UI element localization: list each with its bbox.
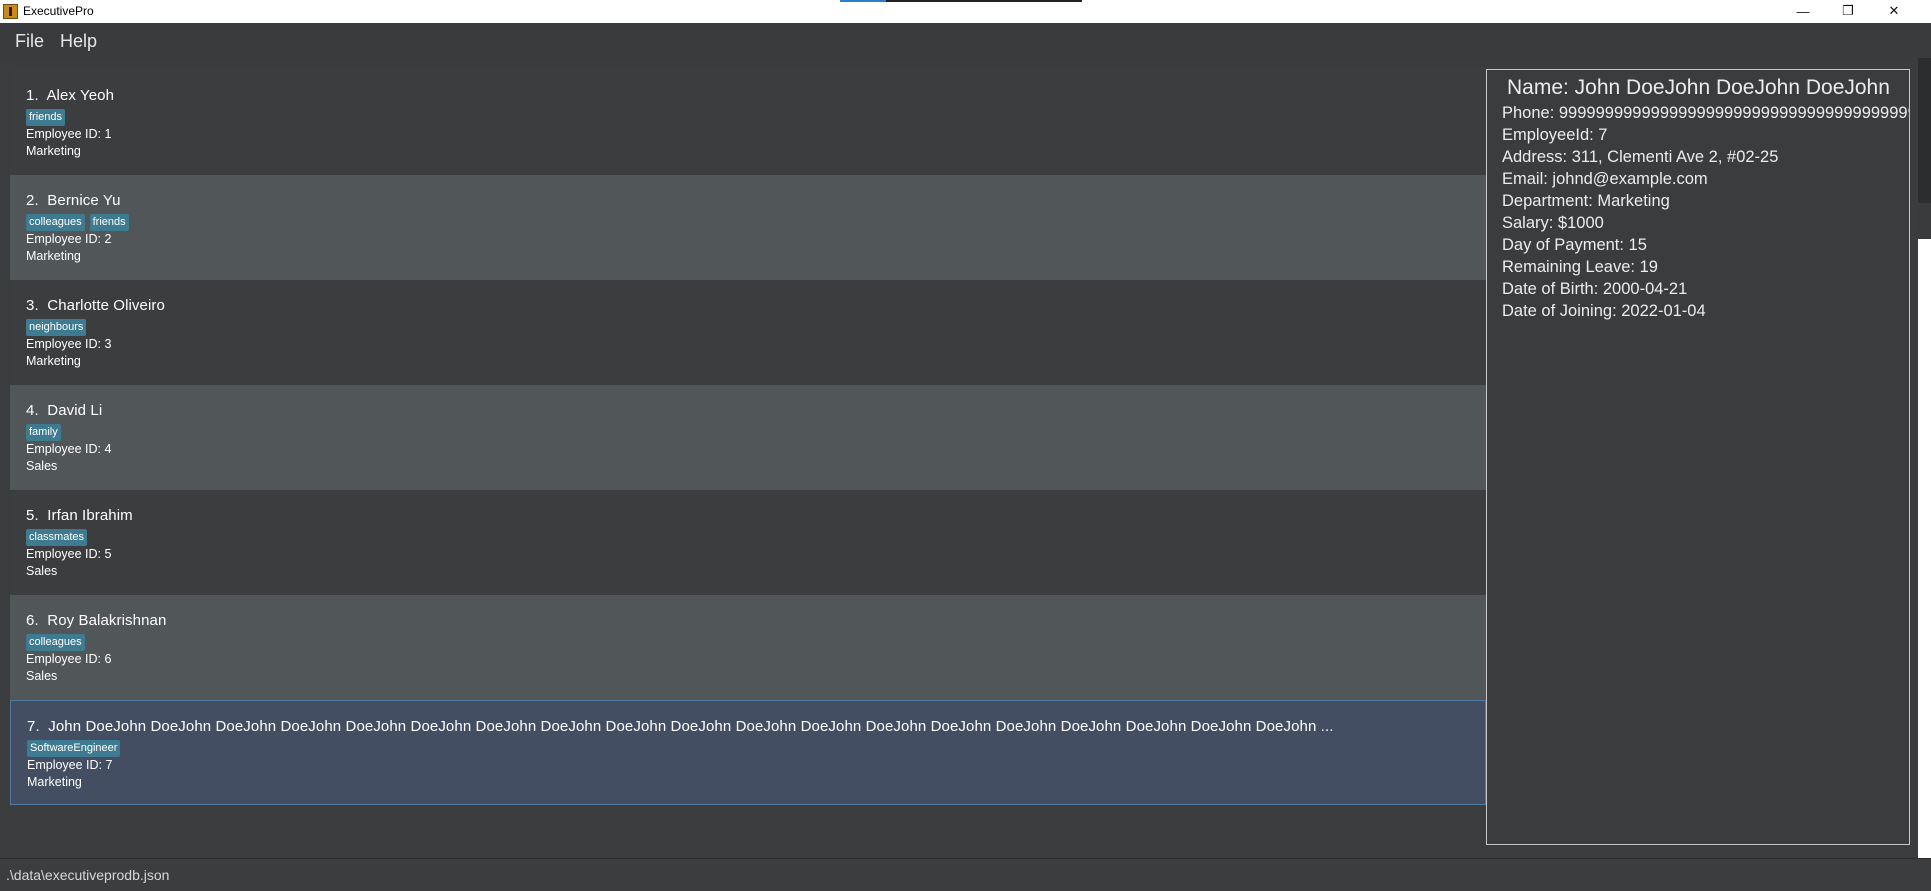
tag-list: friends (26, 109, 66, 126)
employee-department: Sales (26, 459, 58, 473)
employee-name: 7. John DoeJohn DoeJohn DoeJohn DoeJohn … (27, 718, 1482, 735)
employee-name-text: Bernice Yu (47, 192, 121, 209)
employee-department: Marketing (26, 354, 81, 368)
data-file-path: .\data\executiveprodb.json (6, 867, 170, 883)
employee-name-text: David Li (47, 402, 103, 419)
title-bar: ExecutivePro — ❐ ✕ (0, 0, 1931, 23)
employee-id: Employee ID: 3 (26, 337, 112, 351)
tag-list: SoftwareEngineer (27, 740, 121, 757)
employee-card[interactable]: 6. Roy Balakrishnan colleagues Employee ID… (10, 595, 1486, 700)
employee-index: 3. (26, 297, 39, 314)
employee-name: 5. Irfan Ibrahim (26, 507, 1481, 524)
tag-badge: classmates (26, 529, 88, 546)
employee-card[interactable]: 7. John DoeJohn DoeJohn DoeJohn DoeJohn … (10, 700, 1486, 805)
employee-name: 4. David Li (26, 402, 1481, 419)
detail-employee-id: EmployeeId: 7 (1502, 126, 1608, 144)
employee-index: 4. (26, 402, 39, 419)
employee-department: Sales (26, 669, 58, 683)
status-bar: .\data\executiveprodb.json (0, 858, 1931, 891)
employee-index: 6. (26, 612, 39, 629)
tag-list: colleagues (26, 634, 85, 651)
employee-id: Employee ID: 6 (26, 652, 112, 666)
detail-phone: Phone: 999999999999999999999999999999999… (1502, 104, 1910, 122)
tag-badge: colleagues (26, 634, 85, 651)
minimize-icon[interactable]: — (1781, 0, 1825, 22)
detail-email: Email: johnd@example.com (1502, 170, 1708, 188)
employee-name: 3. Charlotte Oliveiro (26, 297, 1481, 314)
employee-card[interactable]: 5. Irfan Ibrahim classmates Employee ID: 5… (10, 490, 1486, 595)
employee-department: Marketing (26, 249, 81, 263)
employee-name: 2. Bernice Yu (26, 192, 1481, 209)
tag-badge: friends (89, 214, 129, 231)
employee-index: 1. (26, 87, 39, 104)
employee-name-text: Alex Yeoh (46, 87, 115, 104)
employee-id: Employee ID: 1 (26, 127, 112, 141)
employee-department: Sales (26, 564, 58, 578)
employee-id: Employee ID: 5 (26, 547, 112, 561)
employee-index: 2. (26, 192, 39, 209)
employee-name-text: Roy Balakrishnan (47, 612, 167, 629)
tag-badge: friends (26, 109, 66, 126)
tag-badge: family (26, 424, 61, 441)
detail-date-of-birth: Date of Birth: 2000-04-21 (1502, 280, 1688, 298)
menu-file[interactable]: File (15, 31, 44, 51)
detail-remaining-leave: Remaining Leave: 19 (1502, 258, 1658, 276)
tag-badge: neighbours (26, 319, 87, 336)
tab-strip (840, 0, 1082, 2)
menu-help[interactable]: Help (60, 31, 97, 51)
detail-name: Name: John DoeJohn DoeJohn DoeJohn (1507, 76, 1890, 99)
tag-list: colleagues friends (26, 214, 129, 231)
employee-card[interactable]: 2. Bernice Yu colleagues friends Employee I… (10, 175, 1486, 280)
main-area: 1. Alex Yeoh friends Employee ID: 1 Marketi… (0, 58, 1931, 858)
restore-icon[interactable]: ❐ (1826, 0, 1870, 22)
employee-name-text: Charlotte Oliveiro (47, 297, 165, 314)
employee-name: 6. Roy Balakrishnan (26, 612, 1481, 629)
employee-index: 5. (26, 507, 39, 524)
scrollbar-edge[interactable] (1918, 58, 1931, 858)
employee-department: Marketing (26, 144, 81, 158)
employee-id: Employee ID: 7 (27, 758, 113, 772)
employee-card[interactable]: 3. Charlotte Oliveiro neighbours Employee … (10, 280, 1486, 385)
detail-address: Address: 311, Clementi Ave 2, #02-25 (1502, 148, 1779, 166)
tag-badge: SoftwareEngineer (27, 740, 121, 757)
employee-name-text: John DoeJohn DoeJohn DoeJohn DoeJohn Doe… (48, 718, 1334, 735)
employee-detail-panel: Name: John DoeJohn DoeJohn DoeJohn Phone… (1486, 69, 1910, 845)
employee-card[interactable]: 1. Alex Yeoh friends Employee ID: 1 Marketi… (10, 70, 1486, 175)
employee-list[interactable]: 1. Alex Yeoh friends Employee ID: 1 Marketi… (10, 70, 1486, 806)
detail-date-of-joining: Date of Joining: 2022-01-04 (1502, 302, 1706, 320)
employee-index: 7. (27, 718, 40, 735)
close-icon[interactable]: ✕ (1872, 0, 1916, 22)
employee-id: Employee ID: 4 (26, 442, 112, 456)
tag-badge: colleagues (26, 214, 85, 231)
detail-salary: Salary: $1000 (1502, 214, 1604, 232)
employee-name-text: Irfan Ibrahim (47, 507, 133, 524)
app-icon (3, 4, 18, 19)
employee-department: Marketing (27, 775, 82, 789)
menu-bar: File Help (0, 23, 1931, 59)
window-title: ExecutivePro (23, 4, 94, 18)
employee-name: 1. Alex Yeoh (26, 87, 1481, 104)
detail-department: Department: Marketing (1502, 192, 1670, 210)
detail-day-of-payment: Day of Payment: 15 (1502, 236, 1647, 254)
tag-list: classmates (26, 529, 88, 546)
tag-list: neighbours (26, 319, 87, 336)
tag-list: family (26, 424, 61, 441)
employee-id: Employee ID: 2 (26, 232, 112, 246)
employee-card[interactable]: 4. David Li family Employee ID: 4 Sales (10, 385, 1486, 490)
